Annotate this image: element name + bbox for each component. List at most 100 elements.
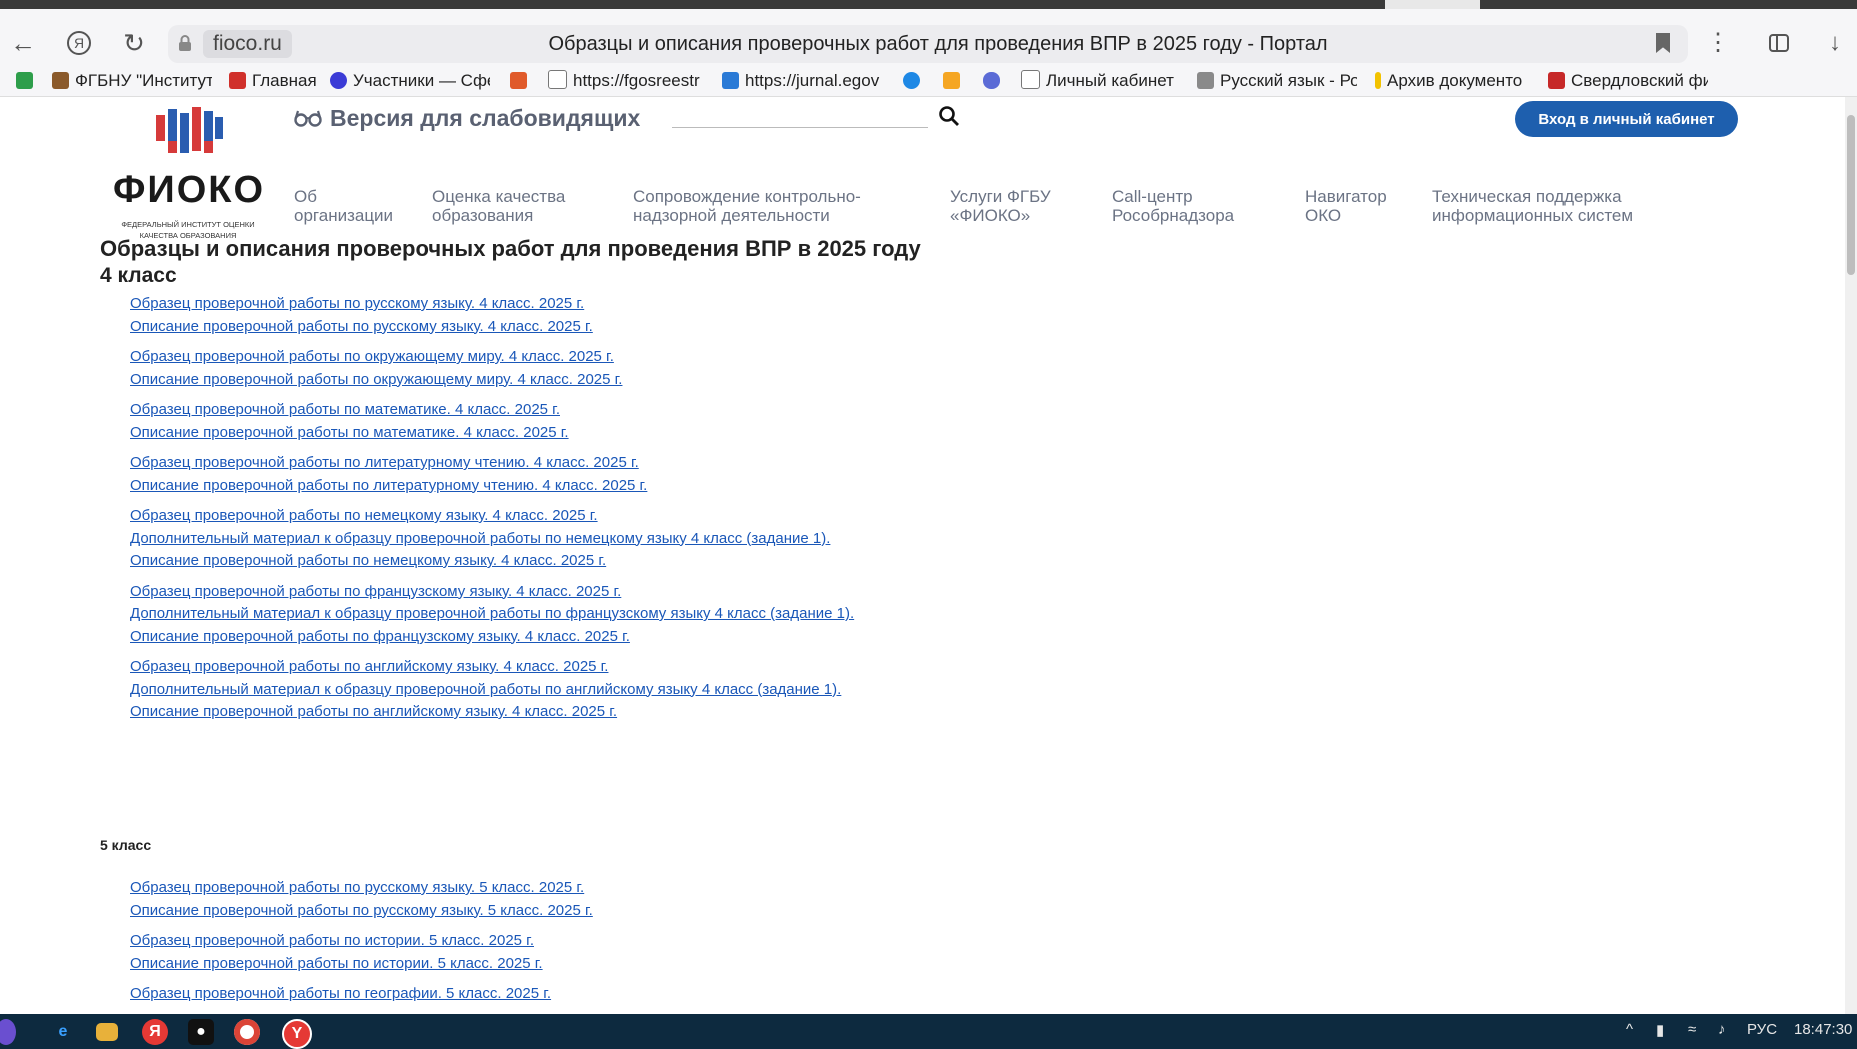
bookmark-apps[interactable] <box>16 68 39 94</box>
document-link[interactable]: Образец проверочной работы по английском… <box>130 656 1030 679</box>
bookmarks-bar: ФГБНУ "Институт Главная Участники — Сфе … <box>0 66 1857 96</box>
grade4-links: Образец проверочной работы по русскому я… <box>130 293 1030 732</box>
menu-item-about[interactable]: Об организации <box>294 187 393 225</box>
bookmark-label: Свердловский фи <box>1571 71 1708 90</box>
yandex-browser-icon[interactable]: Y <box>282 1019 312 1049</box>
mail-icon <box>903 72 920 89</box>
lock-icon <box>179 35 191 51</box>
link-group: Образец проверочной работы по русскому я… <box>130 293 1030 338</box>
bookmark-6[interactable]: https://jurnal.egov <box>722 68 887 94</box>
document-link[interactable]: Описание проверочной работы по математик… <box>130 422 1030 445</box>
chrome-icon[interactable] <box>234 1019 260 1045</box>
link-icon <box>983 72 1000 89</box>
document-link[interactable]: Описание проверочной работы по литератур… <box>130 475 1030 498</box>
tray-arrow-icon[interactable]: ^ <box>1626 1021 1633 1038</box>
document-link[interactable]: Образец проверочной работы по литературн… <box>130 452 1030 475</box>
document-link[interactable]: Образец проверочной работы по французско… <box>130 581 1030 604</box>
folder-icon[interactable] <box>96 1023 118 1041</box>
page-content: ФИОКО Федеральный институт оценки качест… <box>0 97 1845 1014</box>
document-link[interactable]: Описание проверочной работы по французск… <box>130 626 1030 649</box>
address-bar[interactable]: fioco.ru Образцы и описания проверочных … <box>168 25 1688 63</box>
search-icon[interactable] <box>938 105 960 127</box>
bookmark-favicon <box>330 72 347 89</box>
bookmark-favicon <box>510 72 527 89</box>
yandex-icon[interactable]: Я <box>142 1019 168 1045</box>
tab-hint <box>1385 0 1480 9</box>
document-link[interactable]: Дополнительный материал к образцу провер… <box>130 679 1030 702</box>
edge-icon[interactable]: e <box>50 1019 76 1045</box>
bookmark-5[interactable]: https://fgosreestr <box>548 68 708 94</box>
document-link[interactable]: Образец проверочной работы по географии.… <box>130 983 1030 1006</box>
arrow-left-icon: ← <box>10 28 36 58</box>
menu-item-supervision[interactable]: Сопровождение контрольно- надзорной деят… <box>633 187 861 225</box>
bookmark-label: Участники — Сфе <box>353 71 490 90</box>
bookmark-3[interactable]: Участники — Сфе <box>330 68 490 94</box>
back-button[interactable]: ← <box>6 26 40 60</box>
clock[interactable]: 18:47:30 <box>1794 1021 1852 1038</box>
bookmark-4[interactable] <box>510 68 540 94</box>
document-link[interactable]: Образец проверочной работы по математике… <box>130 399 1030 422</box>
page-scrollbar[interactable] <box>1845 97 1857 1014</box>
page-title: Образцы и описания проверочных работ для… <box>100 236 921 261</box>
scrollbar-thumb[interactable] <box>1847 115 1855 275</box>
document-link[interactable]: Описание проверочной работы по окружающе… <box>130 369 1030 392</box>
bookmark-favicon <box>722 72 739 89</box>
bookmark-label: ФГБНУ "Институт <box>75 71 212 90</box>
bookmark-7[interactable] <box>903 68 929 94</box>
search-input[interactable] <box>672 103 928 128</box>
bookmark-10[interactable]: Личный кабинет <box>1021 68 1181 94</box>
language-indicator[interactable]: РУС <box>1747 1021 1777 1038</box>
link-group: Образец проверочной работы по математике… <box>130 399 1030 444</box>
document-link[interactable]: Дополнительный материал к образцу провер… <box>130 603 1030 626</box>
bookmark-label: Главная <box>252 71 317 90</box>
link-group: Образец проверочной работы по литературн… <box>130 452 1030 497</box>
app-icon[interactable]: ● <box>188 1019 214 1045</box>
bookmark-13[interactable]: Свердловский фи <box>1548 68 1708 94</box>
reload-button[interactable]: ↻ <box>117 26 151 60</box>
menu-item-quality[interactable]: Оценка качества образования <box>432 187 565 225</box>
menu-item-navigator[interactable]: Навигатор ОКО <box>1305 187 1387 225</box>
visually-impaired-link[interactable]: Версия для слабовидящих <box>294 105 640 132</box>
document-link[interactable]: Образец проверочной работы по русскому я… <box>130 293 1030 316</box>
document-link[interactable]: Описание проверочной работы по английско… <box>130 701 1030 724</box>
document-link[interactable]: Описание проверочной работы по русскому … <box>130 900 1030 923</box>
document-link[interactable]: Образец проверочной работы по окружающем… <box>130 346 1030 369</box>
url-domain[interactable]: fioco.ru <box>203 30 292 58</box>
menu-item-call-center[interactable]: Call-центр Рособрнадзора <box>1112 187 1234 225</box>
menu-item-services[interactable]: Услуги ФГБУ «ФИОКО» <box>950 187 1051 225</box>
page-tab-title: Образцы и описания проверочных работ для… <box>548 33 1328 55</box>
extensions-icon[interactable] <box>1762 26 1796 60</box>
document-link[interactable]: Дополнительный материал к образцу провер… <box>130 528 1030 551</box>
document-link[interactable]: Описание проверочной работы по немецкому… <box>130 550 1030 573</box>
bookmark-9[interactable] <box>983 68 1009 94</box>
document-link[interactable]: Описание проверочной работы по истории. … <box>130 953 1030 976</box>
bookmark-icon[interactable] <box>1656 33 1670 53</box>
menu-item-support[interactable]: Техническая поддержка информационных сис… <box>1432 187 1633 225</box>
link-group: Образец проверочной работы по географии.… <box>130 983 1030 1006</box>
ok-icon <box>943 72 960 89</box>
start-icon[interactable] <box>0 1019 16 1045</box>
logo-text[interactable]: ФИОКО <box>113 169 265 212</box>
wifi-icon[interactable]: ≈ <box>1688 1021 1696 1038</box>
page-icon <box>548 70 567 89</box>
bookmark-12[interactable]: Архив документо <box>1375 68 1535 94</box>
link-group: Образец проверочной работы по русскому я… <box>130 877 1030 922</box>
page-icon <box>1021 70 1040 89</box>
link-group: Образец проверочной работы по английском… <box>130 656 1030 724</box>
login-button[interactable]: Вход в личный кабинет <box>1515 101 1738 137</box>
bookmark-11[interactable]: Русский язык - Ро <box>1197 68 1357 94</box>
download-icon[interactable]: ↓ <box>1818 26 1852 60</box>
document-link[interactable]: Образец проверочной работы по немецкому … <box>130 505 1030 528</box>
yandex-logo-icon: Я <box>67 31 91 55</box>
bookmark-8[interactable] <box>943 68 969 94</box>
menu-dots-icon[interactable]: ⋮ <box>1701 26 1735 60</box>
bookmark-2[interactable]: Главная <box>229 68 319 94</box>
reload-icon: ↻ <box>123 28 145 58</box>
bookmark-1[interactable]: ФГБНУ "Институт <box>52 68 212 94</box>
volume-icon[interactable]: ♪ <box>1718 1021 1726 1038</box>
document-link[interactable]: Описание проверочной работы по русскому … <box>130 316 1030 339</box>
document-link[interactable]: Образец проверочной работы по русскому я… <box>130 877 1030 900</box>
yandex-button[interactable]: Я <box>62 26 96 60</box>
document-link[interactable]: Образец проверочной работы по истории. 5… <box>130 930 1030 953</box>
bookmark-label: Русский язык - Ро <box>1220 71 1357 90</box>
